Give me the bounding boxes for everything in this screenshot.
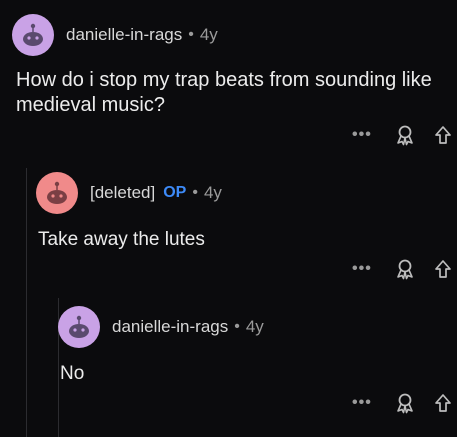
comment-actions: •••	[352, 258, 452, 280]
separator-dot: •	[192, 184, 198, 201]
separator-dot: •	[188, 26, 194, 43]
comment-author[interactable]: [deleted]	[90, 183, 155, 203]
award-icon[interactable]	[394, 124, 416, 146]
post-author[interactable]: danielle-in-rags	[66, 25, 182, 45]
post-header: danielle-in-rags • 4y	[12, 14, 457, 56]
upvote-icon[interactable]	[434, 259, 452, 279]
comment-age: 4y	[203, 183, 222, 202]
comment-body: No	[60, 363, 85, 384]
post-age: 4y	[199, 25, 218, 44]
avatar[interactable]	[12, 14, 54, 56]
upvote-icon[interactable]	[434, 393, 452, 413]
snoo-avatar-icon	[47, 181, 67, 204]
comment-reply: danielle-in-rags • 4y No	[0, 306, 457, 384]
comment-author[interactable]: danielle-in-rags	[112, 317, 228, 337]
post: danielle-in-rags • 4y How do i stop my t…	[0, 14, 457, 116]
op-badge: OP	[163, 184, 187, 201]
comment-actions: •••	[352, 392, 452, 414]
award-icon[interactable]	[394, 392, 416, 414]
comment-reply: [deleted] OP • 4y Take away the lutes	[0, 172, 457, 250]
snoo-avatar-icon	[23, 23, 43, 46]
more-options-icon[interactable]: •••	[352, 394, 372, 412]
snoo-avatar-icon	[69, 315, 89, 338]
more-options-icon[interactable]: •••	[352, 126, 372, 144]
comment-header: [deleted] OP • 4y	[36, 172, 457, 214]
post-actions: •••	[352, 124, 452, 146]
comment-age: 4y	[245, 317, 264, 336]
avatar[interactable]	[36, 172, 78, 214]
award-icon[interactable]	[394, 258, 416, 280]
comment-body: Take away the lutes	[38, 229, 205, 250]
more-options-icon[interactable]: •••	[352, 260, 372, 278]
upvote-icon[interactable]	[434, 125, 452, 145]
separator-dot: •	[234, 318, 240, 335]
avatar[interactable]	[58, 306, 100, 348]
comment-header: danielle-in-rags • 4y	[58, 306, 457, 348]
post-title: How do i stop my trap beats from soundin…	[16, 69, 432, 116]
